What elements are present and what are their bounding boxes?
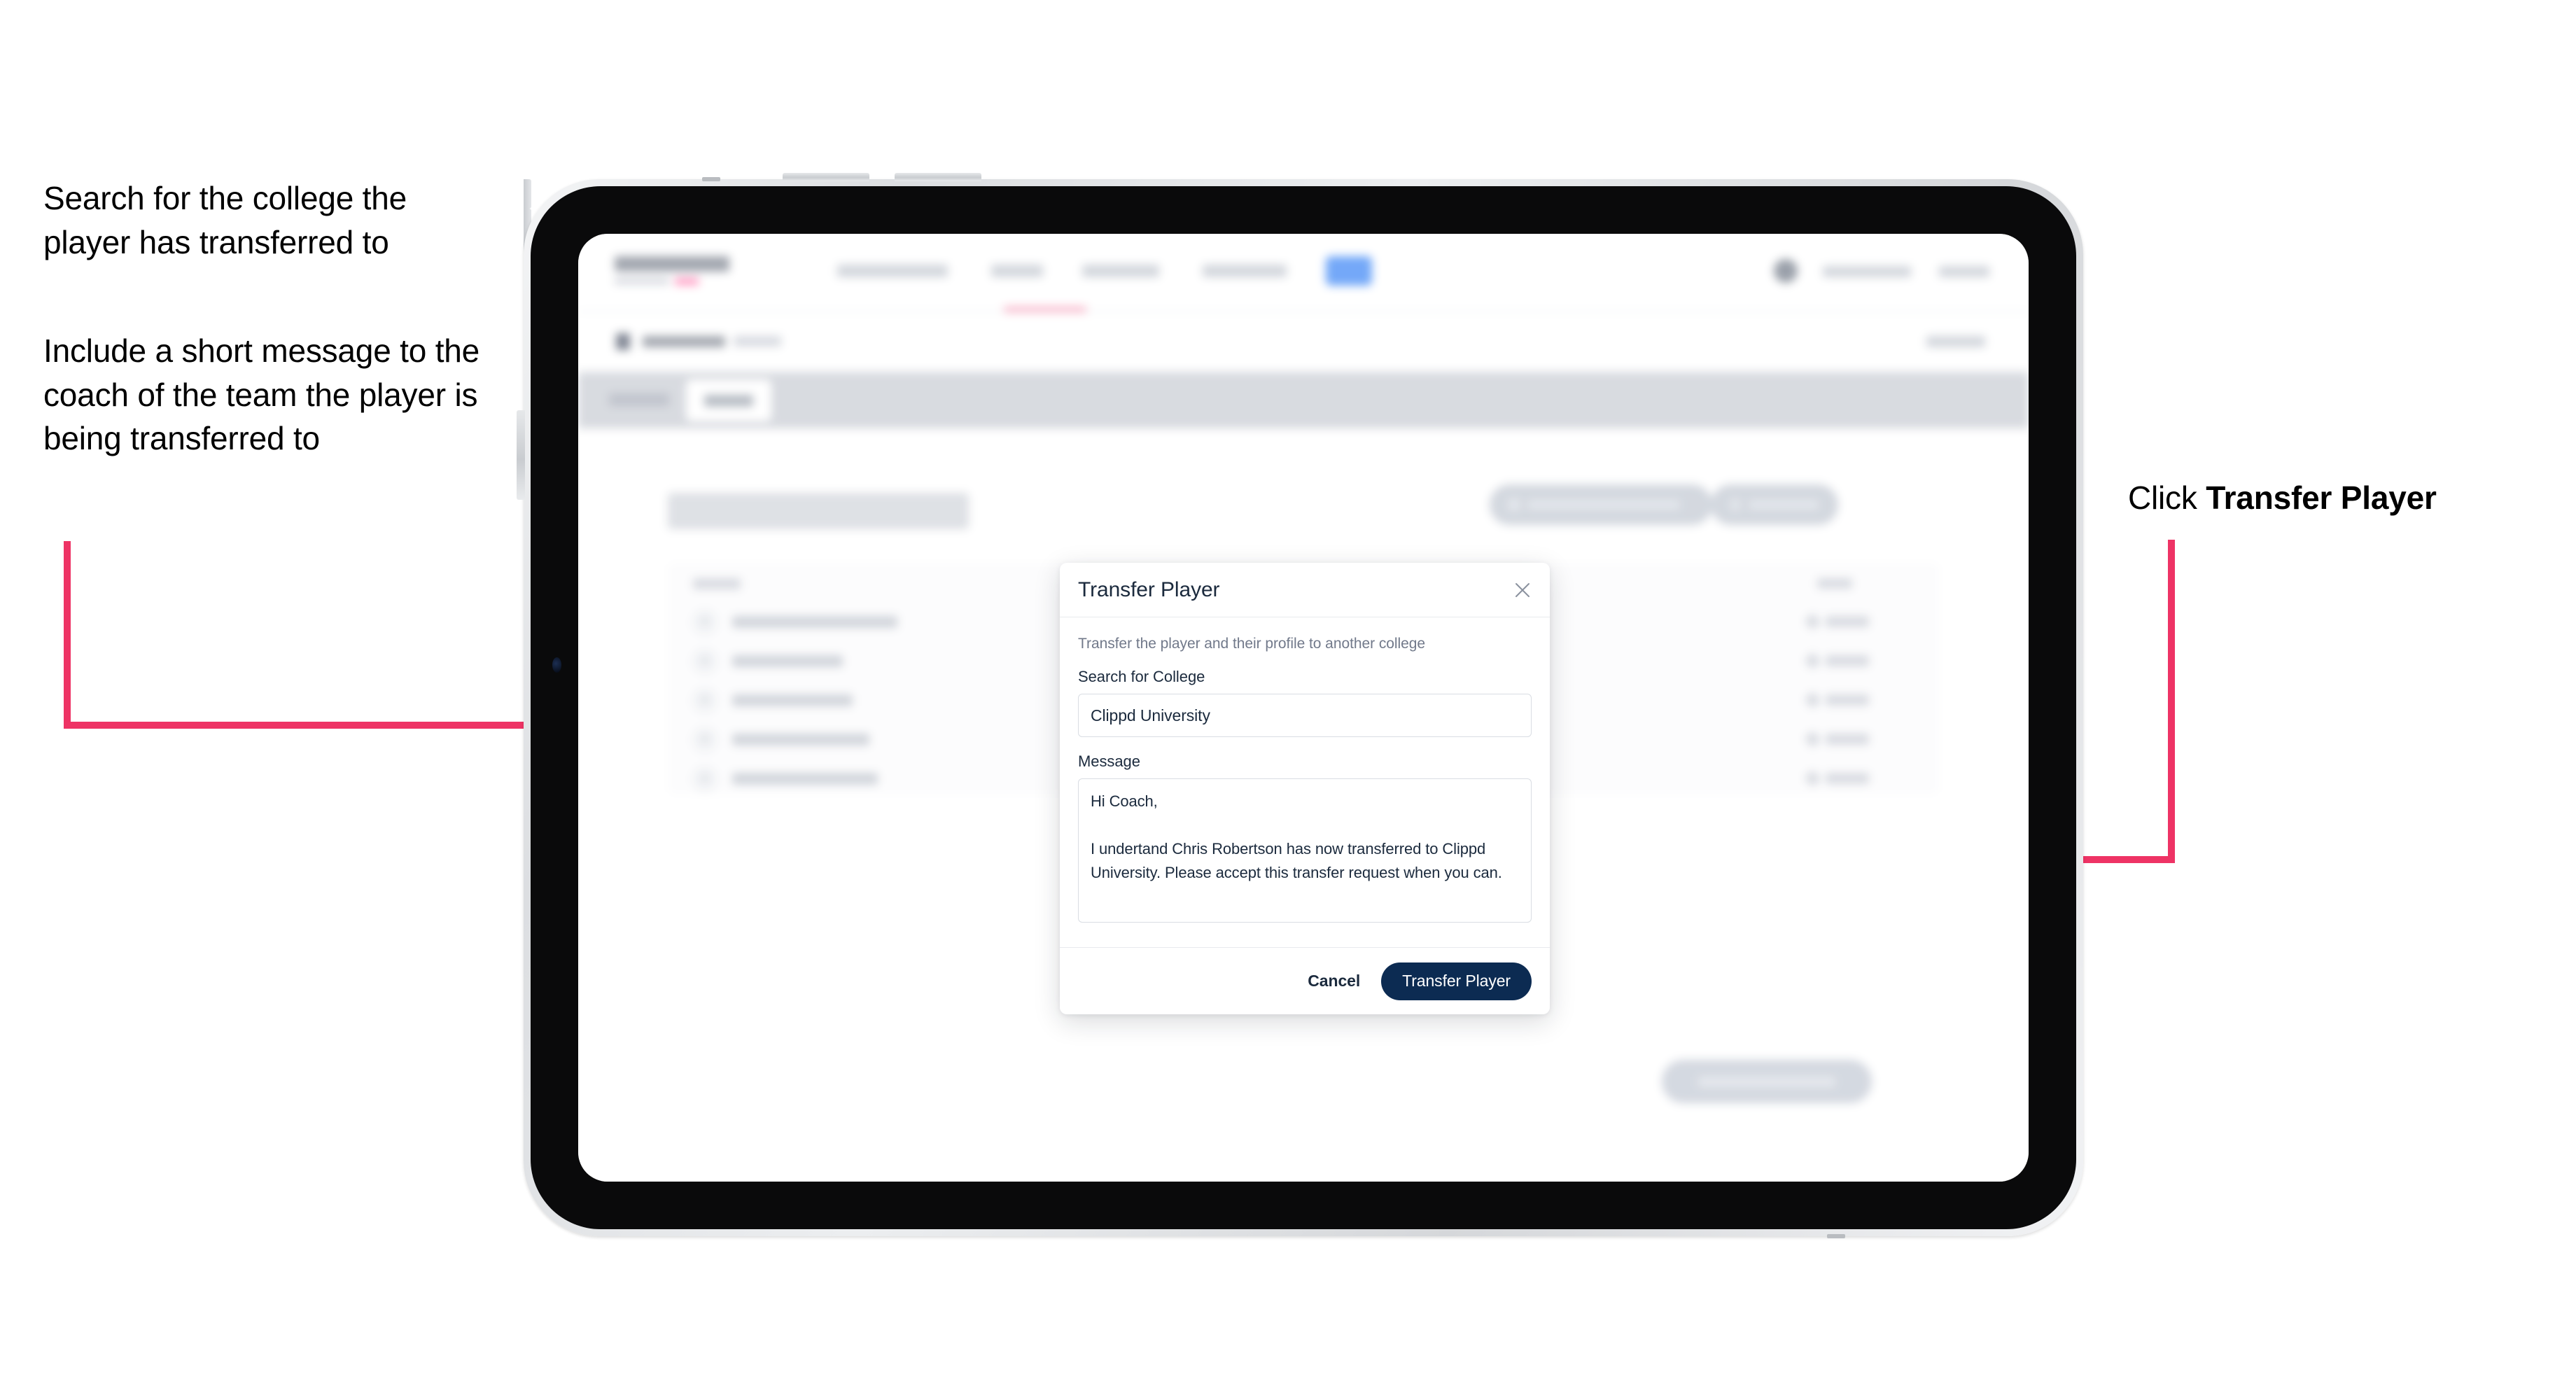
- annotation-left-include-message: Include a short message to the coach of …: [43, 332, 480, 457]
- annotation-right-emphasis: Transfer Player: [2206, 479, 2437, 516]
- antenna-band-top: [702, 177, 720, 181]
- volume-down-button[interactable]: [895, 173, 981, 181]
- modal-title: Transfer Player: [1078, 578, 1220, 601]
- annotation-right-click-transfer: Click Transfer Player: [2128, 476, 2562, 520]
- power-button[interactable]: [517, 410, 525, 500]
- screenshot-canvas: Search for the college the player has tr…: [0, 0, 2576, 1386]
- volume-up-button[interactable]: [783, 173, 869, 181]
- tablet-device: Transfer Player Transfer the player and …: [517, 173, 2083, 1238]
- right-side-button-upper[interactable]: [524, 179, 531, 209]
- front-camera-icon: [552, 657, 561, 673]
- message-label: Message: [1078, 752, 1140, 770]
- annotation-right-prefix: Click: [2128, 479, 2206, 516]
- search-college-input[interactable]: [1078, 694, 1532, 737]
- cancel-button[interactable]: Cancel: [1308, 972, 1360, 990]
- message-textarea[interactable]: [1078, 778, 1532, 923]
- transfer-player-button[interactable]: Transfer Player: [1381, 962, 1532, 1000]
- tablet-screen: Transfer Player Transfer the player and …: [578, 234, 2029, 1182]
- transfer-player-modal: Transfer Player Transfer the player and …: [1060, 563, 1550, 1014]
- modal-subtitle: Transfer the player and their profile to…: [1078, 636, 1426, 652]
- annotation-left-search-college: Search for the college the player has tr…: [43, 180, 407, 260]
- modal-body: Transfer the player and their profile to…: [1060, 617, 1550, 947]
- modal-footer: Cancel Transfer Player: [1060, 947, 1550, 1014]
- search-for-college-label: Search for College: [1078, 668, 1205, 685]
- close-icon[interactable]: [1511, 578, 1534, 602]
- antenna-band-bottom: [1827, 1234, 1845, 1238]
- modal-header: Transfer Player: [1060, 563, 1550, 617]
